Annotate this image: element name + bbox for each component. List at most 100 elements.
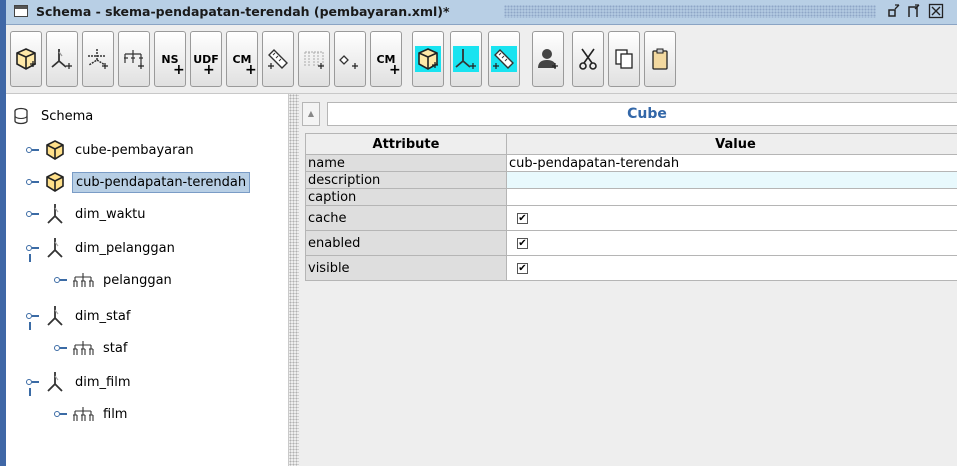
virtual-cube-icon: [415, 46, 441, 72]
toolbar: NS + UDF + CM + CM +: [6, 25, 957, 94]
tree-handle-icon[interactable]: [26, 177, 40, 187]
add-dimension-usage-button[interactable]: [82, 31, 114, 87]
tree-item-label: dim_pelanggan: [75, 240, 175, 256]
cube-icon: [44, 139, 66, 161]
hierarchy-icon: [72, 337, 94, 359]
virtual-dimension-icon: [453, 46, 479, 72]
column-header-value[interactable]: Value: [506, 133, 957, 155]
schema-tree: Schema cube-pembayaran cub-pendapatan-te…: [6, 94, 289, 466]
add-virtual-measure-button[interactable]: [488, 31, 520, 87]
tree-handle-icon[interactable]: [26, 145, 40, 155]
tree-item-film[interactable]: film: [54, 402, 130, 426]
add-level-button[interactable]: [298, 31, 330, 87]
tree-item-dim-film[interactable]: dim_film: [26, 370, 134, 394]
add-named-set-button[interactable]: NS +: [154, 31, 186, 87]
caption-field[interactable]: [506, 188, 957, 206]
tree-handle-icon[interactable]: [26, 243, 40, 253]
table-row[interactable]: visible ✔: [305, 255, 957, 281]
add-hierarchy-button[interactable]: [118, 31, 150, 87]
schema-window: Schema - skema-pendapatan-terendah (pemb…: [6, 0, 957, 466]
table-row[interactable]: name cub-pendapatan-terendah: [305, 154, 957, 172]
panel-title: Cube: [327, 102, 957, 126]
add-measure-button[interactable]: [262, 31, 294, 87]
split-pane-divider[interactable]: [289, 94, 299, 466]
add-cube-calculated-member-button[interactable]: CM +: [370, 31, 402, 87]
scissors-icon: [579, 48, 597, 70]
add-role-button[interactable]: [532, 31, 564, 87]
cache-checkbox-cell[interactable]: ✔: [506, 205, 957, 231]
tree-item-cub-pendapatan-terendah[interactable]: cub-pendapatan-terendah: [26, 170, 251, 194]
attribute-name: visible: [305, 255, 507, 281]
dimension-usage-plus-icon: [88, 49, 108, 69]
hierarchy-plus-icon: [124, 50, 144, 69]
copy-icon: [615, 49, 633, 69]
tree-handle-icon[interactable]: [54, 409, 68, 419]
tree-handle-icon[interactable]: [54, 275, 68, 285]
tree-item-dim-pelanggan[interactable]: dim_pelanggan: [26, 236, 178, 260]
minimize-icon[interactable]: [886, 3, 902, 19]
tree-handle-icon[interactable]: [26, 209, 40, 219]
column-header-attribute[interactable]: Attribute: [305, 133, 507, 155]
cube-plus-icon: [16, 48, 36, 70]
tree-item-label: film: [103, 406, 128, 422]
table-row[interactable]: description: [305, 171, 957, 189]
tree-item-staf[interactable]: staf: [54, 336, 130, 360]
add-dimension-button[interactable]: [46, 31, 78, 87]
add-virtual-cube-button[interactable]: [412, 31, 444, 87]
tree-item-dim-staf[interactable]: dim_staf: [26, 304, 133, 328]
tree-item-label: pelanggan: [103, 272, 172, 288]
window-title: Schema - skema-pendapatan-terendah (pemb…: [36, 4, 450, 19]
dimension-plus-icon: [51, 49, 72, 69]
add-virtual-dimension-button[interactable]: [450, 31, 482, 87]
virtual-measure-icon: [491, 46, 517, 72]
hierarchy-icon: [72, 403, 94, 425]
cache-checkbox[interactable]: ✔: [517, 212, 528, 224]
tree-item-dim-waktu[interactable]: dim_waktu: [26, 202, 149, 226]
name-field[interactable]: cub-pendapatan-terendah: [506, 154, 957, 172]
dimension-icon: [44, 203, 66, 225]
tree-item-label: dim_staf: [75, 308, 131, 324]
copy-button[interactable]: [608, 31, 640, 87]
tree-item-pelanggan[interactable]: pelanggan: [54, 268, 175, 292]
dimension-icon: [44, 305, 66, 327]
tree-handle-icon[interactable]: [26, 377, 40, 387]
attribute-name: caption: [305, 188, 507, 206]
add-property-button[interactable]: [334, 31, 366, 87]
title-bar-grip: [504, 5, 876, 18]
table-row[interactable]: caption: [305, 188, 957, 206]
paste-button[interactable]: [644, 31, 676, 87]
paste-icon: [652, 48, 668, 70]
table-row[interactable]: enabled ✔: [305, 230, 957, 256]
restore-icon[interactable]: [906, 3, 922, 19]
tree-item-label: cub-pendapatan-terendah: [72, 171, 251, 193]
tree-item-cube-pembayaran[interactable]: cube-pembayaran: [26, 138, 197, 162]
property-plus-icon: [339, 55, 358, 69]
window-icon: [14, 5, 28, 17]
database-icon: [10, 105, 32, 127]
properties-panel: ▲ Cube Attribute Value name cub-pendapat…: [299, 94, 957, 466]
cube-icon: [44, 171, 66, 193]
add-cube-button[interactable]: [10, 31, 42, 87]
tree-item-label: dim_waktu: [75, 206, 146, 222]
tree-item-label: cube-pembayaran: [75, 142, 194, 158]
cut-button[interactable]: [572, 31, 604, 87]
hierarchy-icon: [72, 269, 94, 291]
visible-checkbox[interactable]: ✔: [517, 262, 528, 274]
scroll-up-icon[interactable]: ▲: [302, 102, 320, 126]
tree-handle-icon[interactable]: [54, 343, 68, 353]
enabled-checkbox[interactable]: ✔: [517, 237, 528, 249]
level-plus-icon: [304, 51, 324, 69]
table-row[interactable]: cache ✔: [305, 205, 957, 231]
tree-item-label: dim_film: [75, 374, 131, 390]
title-bar[interactable]: Schema - skema-pendapatan-terendah (pemb…: [6, 0, 957, 25]
add-calculated-member-button[interactable]: CM +: [226, 31, 258, 87]
dimension-icon: [44, 237, 66, 259]
tree-root-schema[interactable]: Schema: [10, 104, 96, 128]
close-icon[interactable]: [928, 3, 944, 19]
enabled-checkbox-cell[interactable]: ✔: [506, 230, 957, 256]
add-udf-button[interactable]: UDF +: [190, 31, 222, 87]
tree-handle-icon[interactable]: [26, 311, 40, 321]
visible-checkbox-cell[interactable]: ✔: [506, 255, 957, 281]
attribute-name: name: [305, 154, 507, 172]
description-field[interactable]: [506, 171, 957, 189]
